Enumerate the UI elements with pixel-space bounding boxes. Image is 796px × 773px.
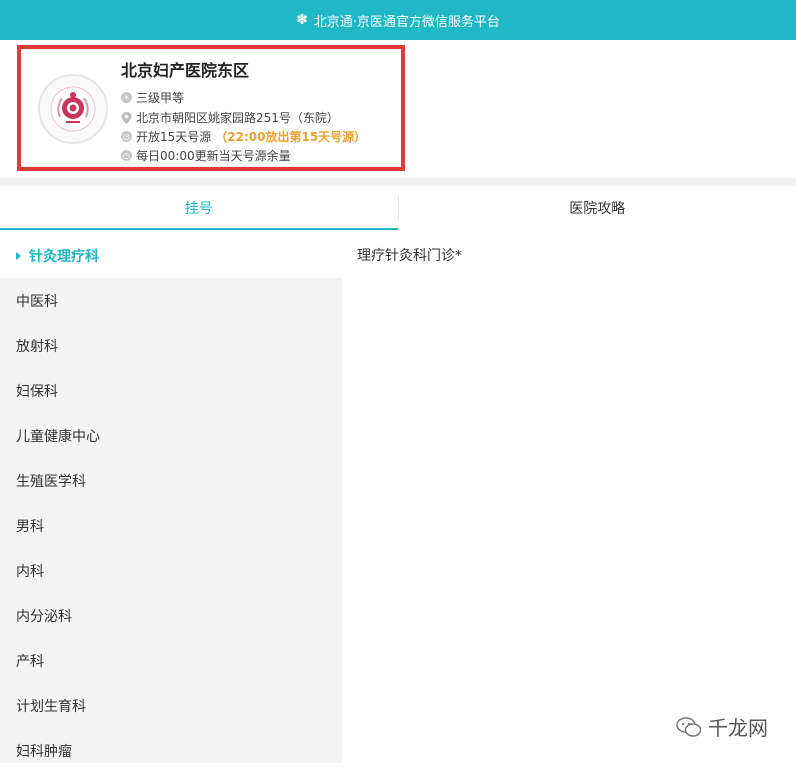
dept-label: 内分泌科 (16, 606, 72, 626)
release-note: （22:00放出第15天号源） (215, 128, 366, 145)
dept-item-andrology[interactable]: 男科 (0, 503, 342, 548)
hospital-level-row: ✦ 三级甲等 (121, 89, 184, 106)
dept-item-obstetrics[interactable]: 产科 (0, 638, 342, 683)
watermark-text: 千龙网 (708, 712, 768, 741)
dept-label: 内科 (16, 561, 44, 581)
clock-icon: ◷ (121, 131, 132, 142)
dept-label: 针灸理疗科 (29, 246, 99, 266)
dept-label: 中医科 (16, 291, 58, 311)
department-list: 针灸理疗科 中医科 放射科 妇保科 儿童健康中心 生殖医学科 男科 内科 内分泌… (0, 233, 342, 763)
dept-label: 计划生育科 (16, 696, 86, 716)
dept-item-radiology[interactable]: 放射科 (0, 323, 342, 368)
update-note: 每日00:00更新当天号源余量 (136, 147, 291, 164)
dept-item-acupuncture[interactable]: 针灸理疗科 (0, 233, 342, 278)
dept-label: 妇科肿瘤 (16, 741, 72, 761)
dept-item-family-planning[interactable]: 计划生育科 (0, 683, 342, 728)
dept-label: 儿童健康中心 (16, 426, 100, 446)
dept-label: 放射科 (16, 336, 58, 356)
clinic-panel: 理疗针灸科门诊* (342, 233, 796, 763)
section-divider (0, 178, 796, 186)
dept-item-internal[interactable]: 内科 (0, 548, 342, 593)
tab-bar: 挂号 医院攻略 (0, 186, 796, 230)
dept-item-reproductive[interactable]: 生殖医学科 (0, 458, 342, 503)
open-days-row: ◷ 开放15天号源 （22:00放出第15天号源） (121, 128, 366, 145)
dept-item-gyn-oncology[interactable]: 妇科肿瘤 (0, 728, 342, 773)
banner-title: 北京通·京医通官方微信服务平台 (314, 11, 500, 30)
hospital-logo (38, 74, 108, 144)
clinic-item[interactable]: 理疗针灸科门诊* (357, 245, 462, 265)
dept-label: 产科 (16, 651, 44, 671)
dept-label: 生殖医学科 (16, 471, 86, 491)
dept-item-endocrine[interactable]: 内分泌科 (0, 593, 342, 638)
dept-label: 男科 (16, 516, 44, 536)
location-pin-icon (121, 112, 132, 124)
snowflake-icon: ✽ (296, 12, 308, 28)
dept-item-child-health[interactable]: 儿童健康中心 (0, 413, 342, 458)
award-icon: ✦ (121, 92, 132, 103)
dept-item-women-health[interactable]: 妇保科 (0, 368, 342, 413)
dept-label: 妇保科 (16, 381, 58, 401)
tab-register-label: 挂号 (185, 198, 213, 218)
hospital-level: 三级甲等 (136, 89, 184, 106)
watermark: 千龙网 (676, 712, 768, 741)
tab-register[interactable]: 挂号 (0, 186, 398, 230)
top-banner: ✽ 北京通·京医通官方微信服务平台 (0, 0, 796, 40)
dept-item-tcm[interactable]: 中医科 (0, 278, 342, 323)
open-days: 开放15天号源 (136, 128, 211, 145)
hospital-address: 北京市朝阳区姚家园路251号（东院） (136, 109, 339, 126)
update-row: ◷ 每日00:00更新当天号源余量 (121, 147, 291, 164)
clock-icon: ◷ (121, 150, 132, 161)
caret-right-icon (16, 252, 21, 260)
hospital-name: 北京妇产医院东区 (121, 57, 249, 81)
wechat-icon (676, 716, 702, 738)
hospital-address-row: 北京市朝阳区姚家园路251号（东院） (121, 109, 339, 126)
tab-hospital-guide-label: 医院攻略 (569, 198, 625, 218)
tab-hospital-guide[interactable]: 医院攻略 (399, 186, 796, 230)
